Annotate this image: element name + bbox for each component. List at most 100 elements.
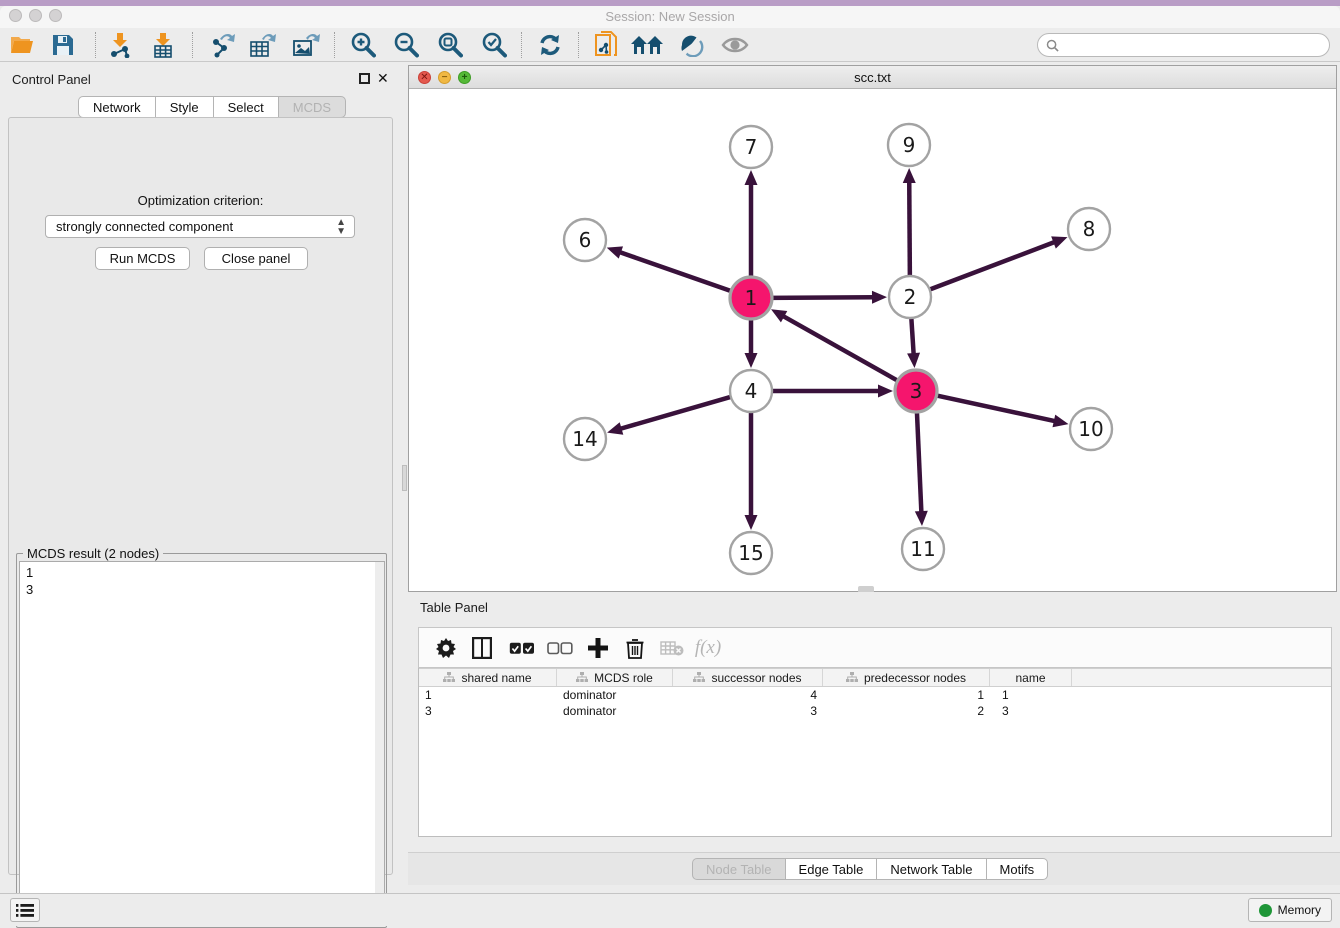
task-history-button[interactable]: [10, 898, 40, 922]
export-table-button[interactable]: [246, 31, 280, 59]
toolbar-separator: [192, 32, 193, 58]
tab-style[interactable]: Style: [155, 96, 213, 118]
tab-edge-table[interactable]: Edge Table: [785, 858, 877, 880]
graph-node-label: 2: [904, 285, 917, 309]
column-header-name[interactable]: name: [990, 669, 1072, 686]
toolbar-search[interactable]: [1037, 33, 1330, 57]
memory-button[interactable]: Memory: [1248, 898, 1332, 922]
run-mcds-button[interactable]: Run MCDS: [95, 247, 190, 270]
graph-edge-arrowhead: [903, 168, 916, 183]
tab-network-table[interactable]: Network Table: [876, 858, 985, 880]
zoom-fit-icon: [437, 32, 463, 58]
tab-node-table[interactable]: Node Table: [692, 858, 785, 880]
cell-mcds-role[interactable]: dominator: [557, 687, 673, 703]
graph-edge-1-2[interactable]: [770, 297, 874, 298]
cell-successor-nodes[interactable]: 3: [673, 703, 823, 719]
unselect-all-button[interactable]: [545, 634, 575, 662]
export-image-icon: [292, 32, 320, 58]
apply-layout-button[interactable]: [533, 31, 567, 59]
fx-icon: f(x): [695, 637, 721, 659]
graph-edge-1-6[interactable]: [619, 252, 733, 292]
cell-name[interactable]: 3: [990, 703, 1072, 719]
column-header-predecessor-nodes[interactable]: predecessor nodes: [823, 669, 990, 686]
divider-grip[interactable]: [402, 465, 407, 491]
open-session-button[interactable]: [6, 31, 40, 59]
cell-successor-nodes[interactable]: 4: [673, 687, 823, 703]
close-panel-button[interactable]: Close panel: [204, 247, 308, 270]
graph-edge-3-11[interactable]: [917, 410, 922, 513]
delete-column-button[interactable]: [620, 634, 650, 662]
graph-edge-2-3[interactable]: [911, 316, 913, 355]
graph-edge-arrowhead: [907, 353, 920, 368]
export-network-button[interactable]: [206, 31, 240, 59]
cell-shared-name[interactable]: 3: [419, 703, 557, 719]
save-session-button[interactable]: [46, 31, 80, 59]
result-scrollbar[interactable]: [375, 562, 384, 924]
graph-edge-2-8[interactable]: [928, 242, 1056, 290]
zoom-fit-button[interactable]: [433, 31, 467, 59]
result-line: 1: [26, 564, 384, 581]
zoom-out-button[interactable]: [389, 31, 423, 59]
delete-table-button[interactable]: [657, 634, 687, 662]
function-builder-button[interactable]: f(x): [693, 634, 723, 662]
node-table[interactable]: shared name MCDS role successor nodes pr…: [418, 668, 1332, 837]
graph-node-label: 15: [738, 541, 763, 565]
column-header-shared-name[interactable]: shared name: [419, 669, 557, 686]
graph-edge-4-14[interactable]: [620, 396, 733, 429]
first-neighbors-button[interactable]: [630, 31, 664, 59]
column-header-successor-nodes[interactable]: successor nodes: [673, 669, 823, 686]
float-panel-icon[interactable]: [359, 73, 370, 84]
add-column-button[interactable]: [583, 634, 613, 662]
graph-edge-3-10[interactable]: [935, 395, 1056, 421]
zoom-selected-button[interactable]: [477, 31, 511, 59]
select-all-button[interactable]: [507, 634, 537, 662]
split-panel-button[interactable]: [467, 634, 497, 662]
network-window-titlebar[interactable]: ✕ − + scc.txt: [409, 66, 1336, 89]
tab-mcds[interactable]: MCDS: [278, 96, 346, 118]
cell-name[interactable]: 1: [990, 687, 1072, 703]
graph-node-label: 3: [910, 379, 923, 403]
graph-node-label: 8: [1083, 217, 1096, 241]
export-image-button[interactable]: [289, 31, 323, 59]
tab-select[interactable]: Select: [213, 96, 278, 118]
search-input[interactable]: [1064, 38, 1329, 52]
graph-edge-2-9[interactable]: [909, 181, 910, 278]
import-network-icon: [108, 32, 132, 58]
column-label: name: [1015, 671, 1045, 685]
graph-edge-arrowhead: [915, 511, 928, 526]
network-canvas[interactable]: 7968124314101511: [409, 89, 1336, 591]
cell-predecessor-nodes[interactable]: 1: [823, 687, 990, 703]
status-bar: Memory: [0, 893, 1340, 926]
network-view-window: ✕ − + scc.txt 7968124314101511: [408, 65, 1337, 592]
graph-node-label: 4: [745, 379, 758, 403]
column-label: successor nodes: [711, 671, 801, 685]
column-header-mcds-role[interactable]: MCDS role: [557, 669, 673, 686]
toolbar-separator: [334, 32, 335, 58]
graph-node-label: 7: [745, 135, 758, 159]
close-panel-icon[interactable]: ✕: [377, 70, 389, 87]
show-hide-style-button[interactable]: [674, 31, 708, 59]
mcds-result-textarea[interactable]: 1 3: [19, 561, 385, 925]
cell-mcds-role[interactable]: dominator: [557, 703, 673, 719]
cell-predecessor-nodes[interactable]: 2: [823, 703, 990, 719]
show-hide-graphics-button[interactable]: [718, 31, 752, 59]
optimization-criterion-select[interactable]: strongly connected component ▲▼: [45, 215, 355, 238]
zoom-in-button[interactable]: [346, 31, 380, 59]
clone-network-button[interactable]: [590, 31, 624, 59]
table-row[interactable]: 1 dominator 4 1 1: [419, 687, 1331, 703]
tree-icon: [443, 672, 455, 683]
import-table-button[interactable]: [146, 31, 180, 59]
graph-node-label: 14: [572, 427, 597, 451]
cell-shared-name[interactable]: 1: [419, 687, 557, 703]
tree-icon: [576, 672, 588, 683]
gear-icon: [436, 638, 456, 658]
graph-node-label: 6: [579, 228, 592, 252]
import-network-button[interactable]: [103, 31, 137, 59]
zoom-selected-icon: [481, 32, 507, 58]
table-options-button[interactable]: [431, 634, 461, 662]
graph-edge-3-1[interactable]: [782, 316, 899, 382]
table-row[interactable]: 3 dominator 3 2 3: [419, 703, 1331, 719]
tab-network[interactable]: Network: [78, 96, 155, 118]
tab-motifs[interactable]: Motifs: [986, 858, 1049, 880]
panel-divider[interactable]: [401, 62, 408, 883]
